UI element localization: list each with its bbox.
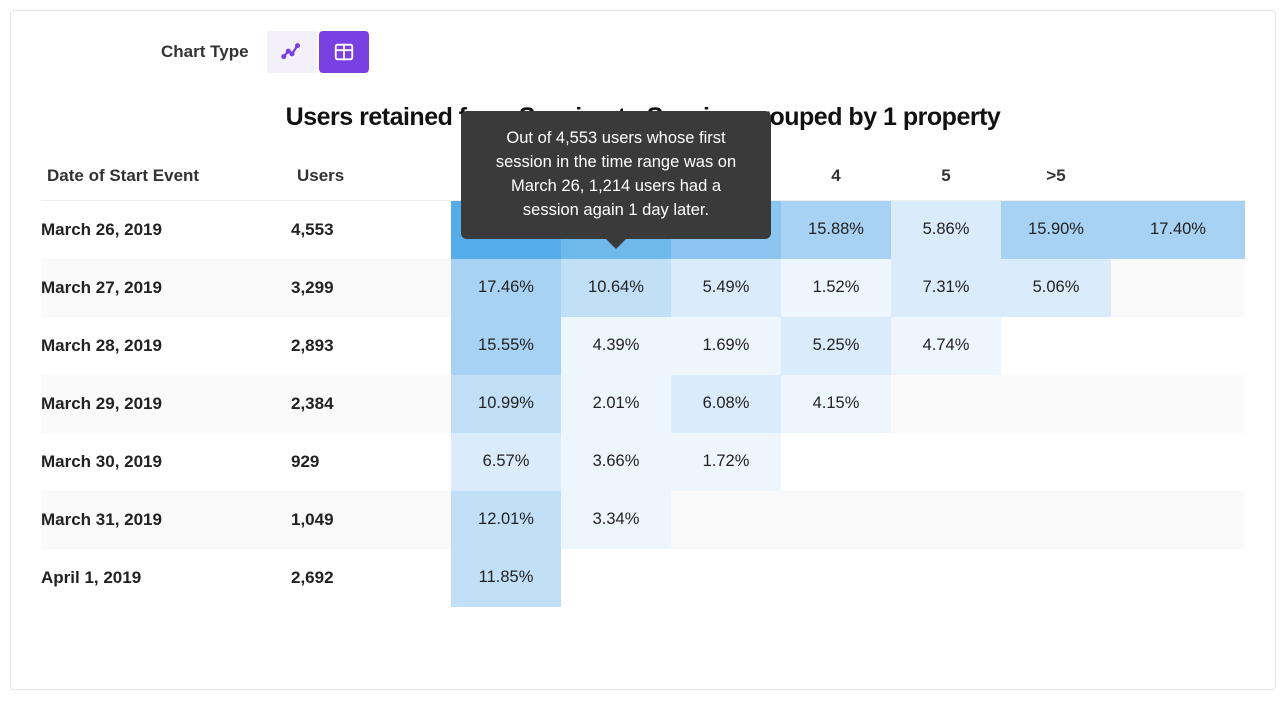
- retention-cell[interactable]: [891, 549, 1001, 607]
- table-row: March 29, 20192,38410.99%2.01%6.08%4.15%: [41, 375, 1245, 433]
- chart-type-toolbar: Chart Type: [161, 31, 1245, 73]
- retention-tooltip: Out of 4,553 users whose first session i…: [461, 111, 771, 239]
- users-cell: 4,553: [291, 201, 451, 259]
- retention-cell[interactable]: [1111, 317, 1245, 375]
- date-cell: March 30, 2019: [41, 433, 291, 491]
- retention-cell[interactable]: [1001, 549, 1111, 607]
- retention-cell[interactable]: 4.39%: [561, 317, 671, 375]
- users-cell: 2,893: [291, 317, 451, 375]
- date-cell: March 27, 2019: [41, 259, 291, 317]
- retention-cell[interactable]: 1.72%: [671, 433, 781, 491]
- retention-cell[interactable]: [1001, 375, 1111, 433]
- chart-type-label: Chart Type: [161, 42, 249, 62]
- retention-cell[interactable]: [891, 433, 1001, 491]
- retention-cell[interactable]: 1.69%: [671, 317, 781, 375]
- table-row: March 31, 20191,04912.01%3.34%: [41, 491, 1245, 549]
- retention-cell[interactable]: [891, 491, 1001, 549]
- col-header-users: Users: [291, 158, 451, 201]
- retention-cell[interactable]: [891, 375, 1001, 433]
- col-header-extra: [1111, 158, 1245, 201]
- retention-cell[interactable]: 10.64%: [561, 259, 671, 317]
- users-cell: 2,692: [291, 549, 451, 607]
- retention-cell[interactable]: [1001, 433, 1111, 491]
- chart-type-line-button[interactable]: [267, 31, 317, 73]
- retention-cell[interactable]: [781, 549, 891, 607]
- table-row: April 1, 20192,69211.85%: [41, 549, 1245, 607]
- col-header-day-5: 5: [891, 158, 1001, 201]
- retention-cell[interactable]: 5.49%: [671, 259, 781, 317]
- retention-cell[interactable]: [1001, 491, 1111, 549]
- retention-cell[interactable]: 6.57%: [451, 433, 561, 491]
- retention-cell[interactable]: 15.88%: [781, 201, 891, 259]
- retention-cell[interactable]: 4.15%: [781, 375, 891, 433]
- col-header-day-4: 4: [781, 158, 891, 201]
- retention-cell[interactable]: 4.74%: [891, 317, 1001, 375]
- retention-cell[interactable]: [1111, 549, 1245, 607]
- retention-cell[interactable]: [561, 549, 671, 607]
- line-chart-icon: [281, 41, 303, 63]
- retention-cell[interactable]: 17.46%: [451, 259, 561, 317]
- retention-cell[interactable]: 3.66%: [561, 433, 671, 491]
- retention-cell[interactable]: [671, 491, 781, 549]
- users-cell: 2,384: [291, 375, 451, 433]
- retention-cell[interactable]: 11.85%: [451, 549, 561, 607]
- retention-cell[interactable]: 3.34%: [561, 491, 671, 549]
- date-cell: March 28, 2019: [41, 317, 291, 375]
- col-header-day-gt5: >5: [1001, 158, 1111, 201]
- table-row: March 27, 20193,29917.46%10.64%5.49%1.52…: [41, 259, 1245, 317]
- retention-cell[interactable]: 15.55%: [451, 317, 561, 375]
- retention-cell[interactable]: 5.06%: [1001, 259, 1111, 317]
- tooltip-text: Out of 4,553 users whose first session i…: [496, 129, 736, 219]
- table-icon: [333, 41, 355, 63]
- chart-type-toggle-group: [267, 31, 369, 73]
- retention-cell[interactable]: 15.90%: [1001, 201, 1111, 259]
- retention-cell[interactable]: [1111, 433, 1245, 491]
- retention-cell[interactable]: 6.08%: [671, 375, 781, 433]
- retention-cell[interactable]: 17.40%: [1111, 201, 1245, 259]
- date-cell: March 26, 2019: [41, 201, 291, 259]
- users-cell: 3,299: [291, 259, 451, 317]
- retention-cell[interactable]: 12.01%: [451, 491, 561, 549]
- date-cell: March 29, 2019: [41, 375, 291, 433]
- retention-cell[interactable]: [781, 433, 891, 491]
- retention-cell[interactable]: [1001, 317, 1111, 375]
- users-cell: 929: [291, 433, 451, 491]
- date-cell: April 1, 2019: [41, 549, 291, 607]
- retention-cell[interactable]: 7.31%: [891, 259, 1001, 317]
- col-header-date: Date of Start Event: [41, 158, 291, 201]
- retention-cell[interactable]: 1.52%: [781, 259, 891, 317]
- date-cell: March 31, 2019: [41, 491, 291, 549]
- retention-cell[interactable]: 5.86%: [891, 201, 1001, 259]
- retention-cell[interactable]: [781, 491, 891, 549]
- retention-cell[interactable]: [1111, 491, 1245, 549]
- table-row: March 30, 20199296.57%3.66%1.72%: [41, 433, 1245, 491]
- retention-cell[interactable]: 2.01%: [561, 375, 671, 433]
- retention-cell[interactable]: 10.99%: [451, 375, 561, 433]
- retention-cell[interactable]: [1111, 375, 1245, 433]
- retention-cell[interactable]: [671, 549, 781, 607]
- chart-type-table-button[interactable]: [319, 31, 369, 73]
- table-row: March 28, 20192,89315.55%4.39%1.69%5.25%…: [41, 317, 1245, 375]
- users-cell: 1,049: [291, 491, 451, 549]
- retention-cell[interactable]: [1111, 259, 1245, 317]
- retention-panel: Chart Type Out of 4,553: [10, 10, 1276, 690]
- retention-cell[interactable]: 5.25%: [781, 317, 891, 375]
